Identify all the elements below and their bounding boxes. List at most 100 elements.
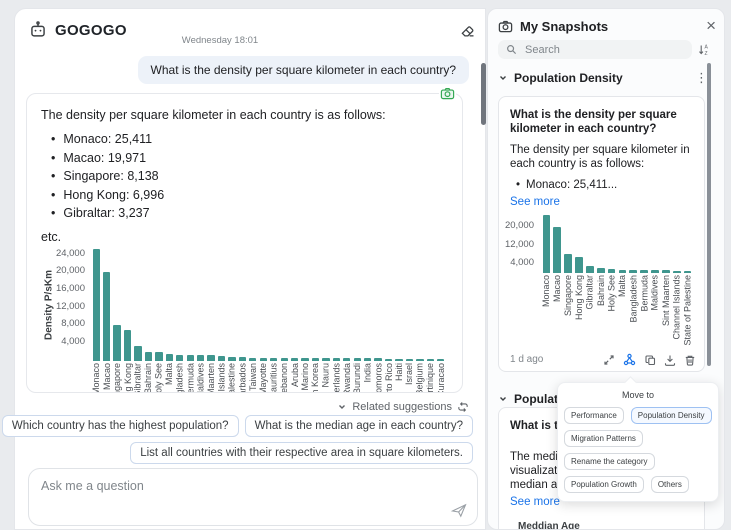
bar-Belgium	[416, 359, 423, 361]
x-label: Monaco	[541, 275, 551, 307]
chat-input[interactable]	[29, 469, 477, 503]
x-label: Curacao	[436, 363, 446, 393]
section-population-density[interactable]: Population Density ⋮	[488, 66, 718, 90]
snapshot-camera-icon[interactable]	[439, 85, 456, 102]
sidebar-scrollbar-thumb[interactable]	[707, 63, 711, 366]
x-label: Netherlands	[331, 363, 341, 393]
x-label: Singapore	[112, 363, 122, 393]
bar-Haiti	[395, 359, 402, 361]
y-tick: 20,000	[505, 220, 534, 231]
bar-Bahrain	[597, 268, 605, 273]
bar-Netherlands	[333, 358, 340, 360]
x-label: Sint Maarten	[206, 363, 216, 393]
download-icon[interactable]	[664, 354, 676, 366]
bar-Singapore	[113, 325, 120, 361]
bar-Monaco	[543, 215, 551, 273]
chevron-down-icon[interactable]	[337, 402, 347, 412]
bar-Bahrain	[145, 352, 152, 361]
x-label: San Marino	[300, 363, 310, 393]
category-chip[interactable]: Population Growth	[564, 476, 644, 493]
bar-Singapore	[564, 254, 572, 273]
y-tick: 16,000	[56, 283, 85, 294]
x-label: Barbados	[237, 363, 247, 393]
bar-Macao	[553, 227, 561, 273]
x-label: Macao	[102, 363, 112, 390]
suggestions-row-1: Which country has the highest population…	[2, 415, 473, 437]
suggestion-button[interactable]: Which country has the highest population…	[2, 415, 239, 437]
send-icon[interactable]	[451, 503, 467, 518]
snapshot-card: What is the density per square kilometer…	[498, 96, 705, 372]
category-chip-selected[interactable]: Population Density	[631, 407, 712, 424]
bar-Malta	[166, 354, 173, 360]
x-label: State of Palestine	[683, 275, 693, 346]
assistant-intro: The density per square kilometer in each…	[41, 107, 448, 123]
search-icon	[506, 44, 517, 55]
bar-Comoros	[374, 358, 381, 360]
see-more-link[interactable]: See more	[510, 195, 693, 209]
snapshot-footer: 1 d ago	[510, 353, 696, 366]
bar-Taiwan	[249, 358, 256, 361]
assistant-message-card: The density per square kilometer in each…	[26, 93, 463, 393]
category-chip[interactable]: Rename the category	[564, 453, 655, 470]
expand-icon[interactable]	[603, 354, 615, 366]
y-tick: 4,000	[510, 257, 534, 268]
bar-Maldives	[651, 270, 659, 273]
snapshot-bullet: Monaco: 25,411...	[510, 178, 693, 192]
x-label: Gibraltar	[585, 275, 595, 310]
x-label: Macao	[552, 275, 562, 302]
x-label: Bermuda	[639, 275, 649, 312]
bar-plot	[541, 215, 693, 273]
density-bar-chart: Density P/sKm 4,0008,00012,00016,00020,0…	[41, 249, 448, 389]
category-chip[interactable]: Migration Patterns	[564, 430, 643, 447]
x-label: Hong Kong	[574, 275, 584, 320]
bar-Bangladesh	[176, 355, 183, 361]
bar-Martinique	[427, 359, 434, 361]
list-item: Macao: 19,971	[41, 149, 448, 168]
bar-Lebanon	[281, 358, 288, 361]
bar-Channel Islands	[673, 271, 681, 273]
snapshot-body: The density per square kilometer in each…	[510, 143, 693, 171]
bar-Malta	[619, 270, 627, 273]
copy-icon[interactable]	[644, 354, 656, 366]
x-label: Comoros	[373, 363, 383, 393]
trash-icon[interactable]	[684, 354, 696, 366]
suggestion-button[interactable]: List all countries with their respective…	[130, 442, 473, 464]
refresh-suggestions-icon[interactable]	[457, 401, 469, 413]
bar-South Korea	[312, 358, 319, 360]
bar-Nauru	[322, 358, 329, 360]
list-item: Hong Kong: 6,996	[41, 186, 448, 205]
bar-San Marino	[301, 358, 308, 360]
bar-Channel Islands	[218, 356, 225, 360]
chat-scrollbar-thumb[interactable]	[481, 63, 486, 125]
y-axis-ticks: 4,00012,00020,000	[510, 215, 538, 273]
x-label: Sint Maarten	[661, 275, 671, 326]
x-label: Maldives	[650, 275, 660, 311]
snapshot-question: What is the density per square kilometer…	[510, 108, 693, 136]
x-label: India	[363, 363, 373, 383]
search-input[interactable]	[523, 43, 684, 57]
bar-Holy See	[608, 269, 616, 273]
bar-Puerto Rico	[385, 359, 392, 361]
bar-Aruba	[291, 358, 298, 361]
bar-Holy See	[155, 352, 162, 360]
x-label: Rwanda	[342, 363, 352, 393]
sort-icon[interactable]: A Z	[698, 43, 711, 56]
category-chip[interactable]: Performance	[564, 407, 624, 424]
category-chip[interactable]: Others	[651, 476, 689, 493]
x-label: State of Palestine	[227, 363, 237, 393]
x-label: Hong Kong	[123, 363, 133, 393]
close-icon[interactable]: ×	[706, 18, 716, 34]
related-suggestions-row: Related suggestions	[337, 401, 469, 413]
move-to-category-icon[interactable]	[623, 353, 636, 366]
suggestion-button[interactable]: What is the median age in each country?	[245, 415, 473, 437]
clear-chat-eraser-icon[interactable]	[460, 23, 475, 38]
x-label: Belgium	[415, 363, 425, 393]
y-tick: 12,000	[505, 239, 534, 250]
x-label: Burundi	[352, 363, 362, 393]
chevron-down-icon	[498, 394, 508, 404]
bar-Burundi	[354, 358, 361, 360]
x-label: Maldives	[196, 363, 206, 393]
x-label: Martinique	[425, 363, 435, 393]
y-tick: 12,000	[56, 301, 85, 312]
x-label: Holy See	[607, 275, 617, 312]
